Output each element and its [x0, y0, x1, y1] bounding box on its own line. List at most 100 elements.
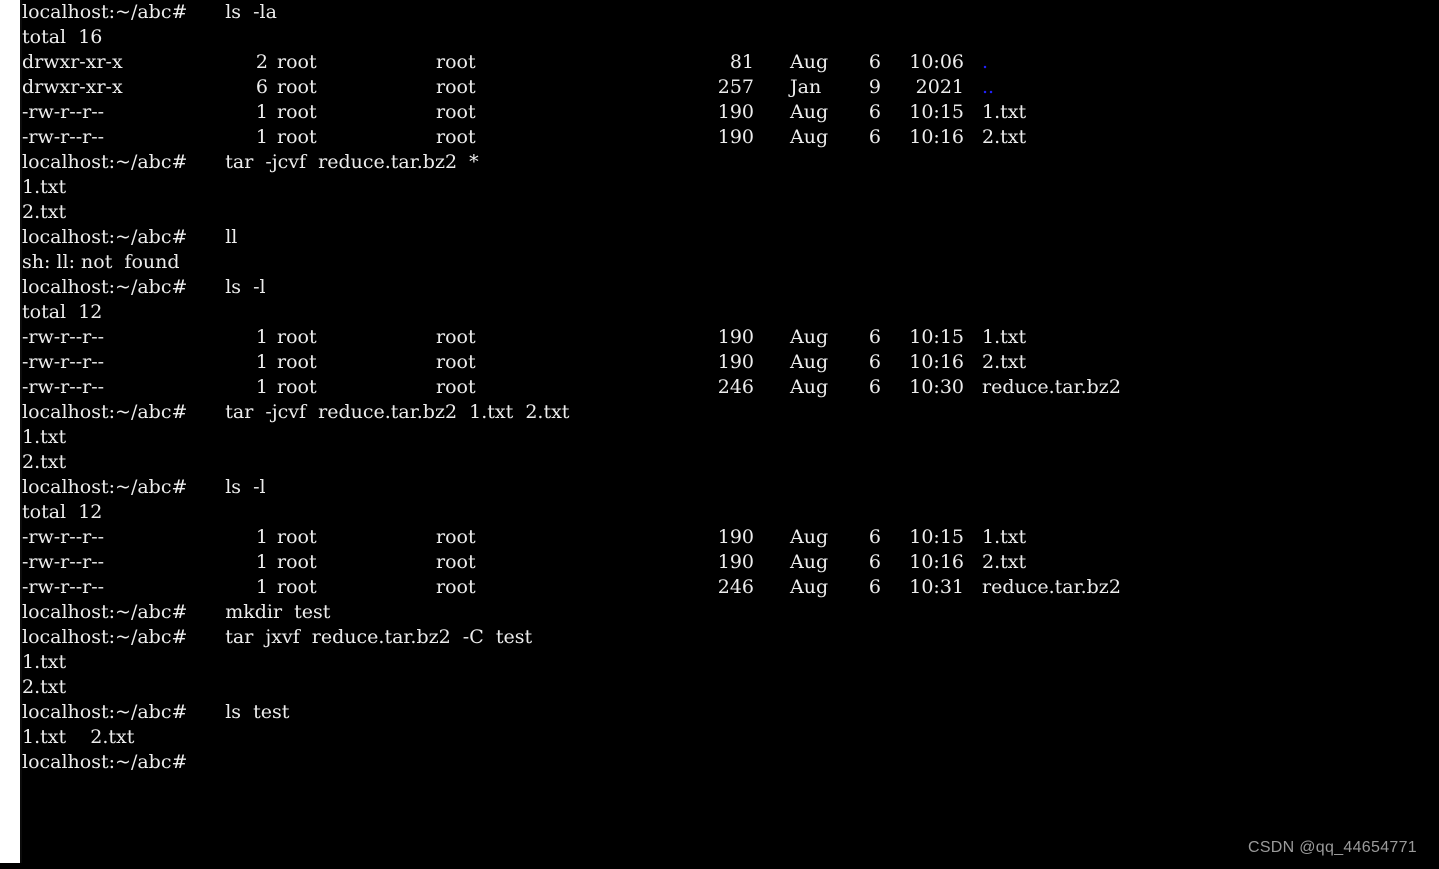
output-text: sh: ll: not found	[22, 251, 180, 273]
file-listing-row: -rw-r--r-- 1 root root 190 Aug 6 10:15 1.txt	[22, 525, 1439, 550]
file-day: 6	[868, 51, 881, 73]
file-permissions: -rw-r--r--	[22, 526, 105, 548]
file-size: 190	[717, 351, 754, 373]
file-link-count: 6	[255, 76, 268, 98]
terminal-output-line: 2.txt	[22, 450, 1439, 475]
file-listing-row: -rw-r--r-- 1 root root 190 Aug 6 10:16 2.txt	[22, 350, 1439, 375]
file-month: Aug	[790, 351, 829, 373]
output-text: 2.txt	[22, 201, 67, 223]
file-permissions: drwxr-xr-x	[22, 51, 123, 73]
shell-command: ll	[219, 226, 238, 248]
file-month: Aug	[790, 376, 829, 398]
file-permissions: drwxr-xr-x	[22, 76, 123, 98]
file-day: 6	[868, 326, 881, 348]
terminal-command-line: localhost:~/abc#	[22, 750, 1439, 775]
terminal-left-gutter	[0, 0, 20, 863]
file-permissions: -rw-r--r--	[22, 351, 105, 373]
file-permissions: -rw-r--r--	[22, 326, 105, 348]
file-month: Aug	[790, 51, 829, 73]
file-time: 10:15	[909, 101, 964, 123]
shell-prompt: localhost:~/abc#	[22, 1, 194, 23]
file-day: 6	[868, 576, 881, 598]
terminal-output-line: total 12	[22, 300, 1439, 325]
file-size: 190	[717, 551, 754, 573]
terminal-command-line: localhost:~/abc# ls test	[22, 700, 1439, 725]
file-size: 190	[717, 101, 754, 123]
file-day: 6	[868, 376, 881, 398]
file-owner: root	[277, 351, 317, 373]
file-time: 10:16	[909, 551, 964, 573]
file-size: 190	[717, 526, 754, 548]
file-listing-row: -rw-r--r-- 1 root root 190 Aug 6 10:15 1.txt	[22, 100, 1439, 125]
file-group: root	[436, 51, 476, 73]
file-time: 10:15	[909, 326, 964, 348]
file-permissions: -rw-r--r--	[22, 576, 105, 598]
file-permissions: -rw-r--r--	[22, 376, 105, 398]
terminal-command-line: localhost:~/abc# tar -jcvf reduce.tar.bz…	[22, 150, 1439, 175]
file-name: 1.txt	[982, 526, 1027, 548]
file-month: Aug	[790, 326, 829, 348]
terminal-output-area[interactable]: localhost:~/abc# ls -la total 16 drwxr-xr-…	[22, 0, 1439, 869]
file-listing-row: -rw-r--r-- 1 root root 190 Aug 6 10:16 2.txt	[22, 125, 1439, 150]
output-text: 1.txt	[22, 176, 67, 198]
file-name: 1.txt	[982, 101, 1027, 123]
file-group: root	[436, 101, 476, 123]
terminal-output-line: 1.txt	[22, 650, 1439, 675]
file-group: root	[436, 76, 476, 98]
file-group: root	[436, 526, 476, 548]
terminal-output-line: 1.txt	[22, 175, 1439, 200]
file-link-count: 1	[255, 351, 268, 373]
output-text: 1.txt	[22, 651, 67, 673]
file-permissions: -rw-r--r--	[22, 126, 105, 148]
shell-command: tar -jcvf reduce.tar.bz2 1.txt 2.txt	[219, 401, 570, 423]
file-day: 6	[868, 526, 881, 548]
terminal-command-line: localhost:~/abc# ls -l	[22, 475, 1439, 500]
file-day: 6	[868, 126, 881, 148]
file-listing-row: -rw-r--r-- 1 root root 246 Aug 6 10:31 reduce.ta…	[22, 575, 1439, 600]
shell-command: tar -jcvf reduce.tar.bz2 *	[219, 151, 479, 173]
output-text: total 12	[22, 501, 103, 523]
file-group: root	[436, 351, 476, 373]
shell-prompt: localhost:~/abc#	[22, 151, 194, 173]
file-listing-row: -rw-r--r-- 1 root root 190 Aug 6 10:16 2.txt	[22, 550, 1439, 575]
file-name: 1.txt	[982, 326, 1027, 348]
file-month: Aug	[790, 526, 829, 548]
file-owner: root	[277, 551, 317, 573]
file-time: 10:15	[909, 526, 964, 548]
file-time: 10:31	[909, 576, 964, 598]
file-month: Aug	[790, 576, 829, 598]
file-day: 9	[868, 76, 881, 98]
file-name: 2.txt	[982, 551, 1027, 573]
file-name: reduce.tar.bz2	[982, 576, 1121, 598]
file-permissions: -rw-r--r--	[22, 101, 105, 123]
terminal-output-line: total 12	[22, 500, 1439, 525]
file-time: 10:30	[909, 376, 964, 398]
output-text: 1.txt 2.txt	[22, 726, 135, 748]
terminal-window[interactable]: localhost:~/abc# ls -la total 16 drwxr-xr-…	[0, 0, 1439, 869]
file-group: root	[436, 126, 476, 148]
file-time: 10:16	[909, 126, 964, 148]
file-group: root	[436, 551, 476, 573]
shell-prompt: localhost:~/abc#	[22, 476, 194, 498]
output-text: total 12	[22, 301, 103, 323]
file-owner: root	[277, 526, 317, 548]
terminal-command-line: localhost:~/abc# ls -la	[22, 0, 1439, 25]
output-text: total 16	[22, 26, 103, 48]
file-link-count: 1	[255, 526, 268, 548]
shell-command: ls -la	[219, 1, 277, 23]
terminal-command-line: localhost:~/abc# ll	[22, 225, 1439, 250]
file-size: 246	[717, 376, 754, 398]
file-size: 257	[717, 76, 754, 98]
shell-prompt: localhost:~/abc#	[22, 401, 194, 423]
file-listing-row: drwxr-xr-x 2 root root 81 Aug 6 10:06.	[22, 50, 1439, 75]
output-text: 2.txt	[22, 451, 67, 473]
output-text: 2.txt	[22, 676, 67, 698]
terminal-output-line: 1.txt	[22, 425, 1439, 450]
file-link-count: 1	[255, 576, 268, 598]
csdn-watermark: CSDN @qq_44654771	[1247, 839, 1417, 856]
terminal-output-line: sh: ll: not found	[22, 250, 1439, 275]
file-link-count: 1	[255, 376, 268, 398]
file-day: 6	[868, 351, 881, 373]
file-owner: root	[277, 576, 317, 598]
shell-command: tar jxvf reduce.tar.bz2 -C test	[219, 626, 533, 648]
